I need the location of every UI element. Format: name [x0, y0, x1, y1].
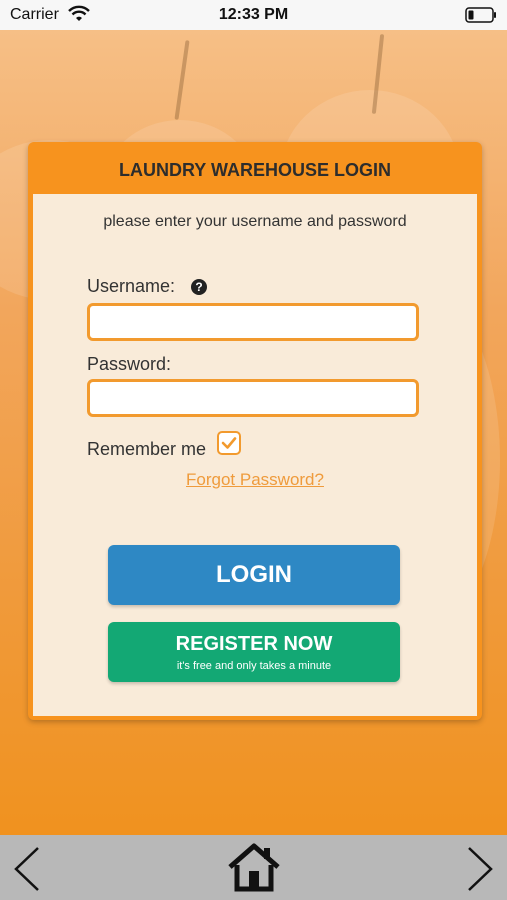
register-button[interactable]: REGISTER NOW it's free and only takes a … [108, 622, 400, 682]
login-button[interactable]: LOGIN [108, 545, 400, 605]
login-card: LAUNDRY WAREHOUSE LOGIN please enter you… [28, 142, 482, 720]
remember-me-checkbox[interactable] [217, 431, 241, 455]
register-button-label: REGISTER NOW [175, 633, 333, 655]
status-bar: Carrier 12:33 PM [0, 0, 507, 30]
username-label: Username: [87, 276, 176, 296]
bottom-nav-bar [0, 835, 507, 900]
card-title: LAUNDRY WAREHOUSE LOGIN [118, 160, 391, 180]
username-input[interactable] [87, 303, 419, 341]
checkmark-icon [221, 437, 237, 449]
chevron-right-icon[interactable] [463, 845, 495, 893]
forgot-password-link[interactable]: Forgot Password? [33, 470, 477, 490]
home-icon[interactable] [225, 841, 283, 893]
remember-me-label: Remember me [87, 439, 207, 459]
help-icon[interactable]: ? [191, 279, 207, 295]
register-button-subtext: it's free and only takes a minute [176, 660, 332, 672]
chevron-left-icon[interactable] [12, 845, 44, 893]
status-time: 12:33 PM [218, 6, 289, 23]
intro-text: please enter your username and password [103, 213, 407, 230]
password-input[interactable] [87, 379, 419, 417]
battery-icon [465, 7, 496, 23]
login-form: please enter your username and password … [33, 194, 477, 716]
password-label: Password: [87, 354, 172, 374]
